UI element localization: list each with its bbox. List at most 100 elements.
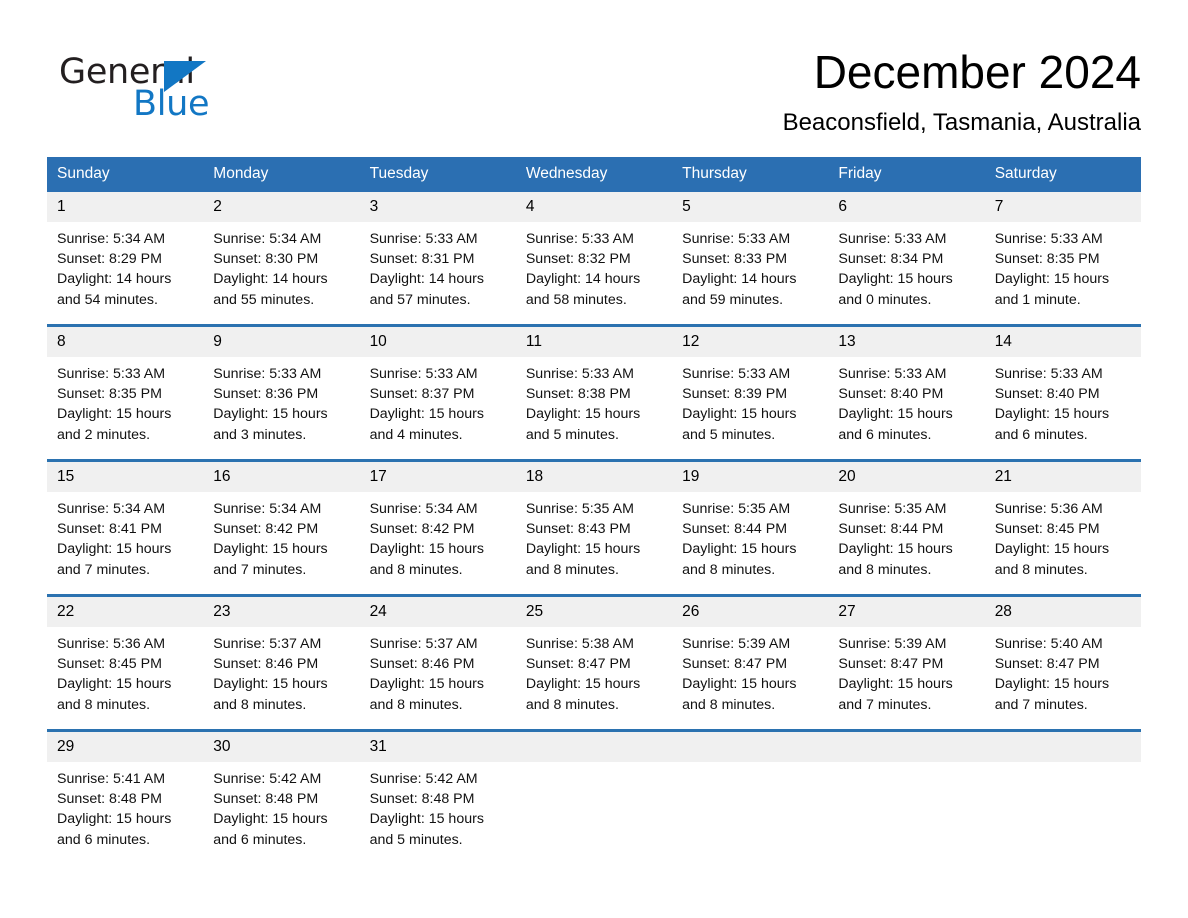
sunrise-text: Sunrise: 5:33 AM [213,366,322,382]
day-details: Sunrise: 5:33 AM Sunset: 8:32 PM Dayligh… [516,222,672,310]
day-cell[interactable]: 31 Sunrise: 5:42 AM Sunset: 8:48 PM Dayl… [359,729,516,864]
day-number: 13 [828,327,985,357]
day-cell[interactable]: 30 Sunrise: 5:42 AM Sunset: 8:48 PM Dayl… [203,729,360,864]
day-cell[interactable]: 18 Sunrise: 5:35 AM Sunset: 8:43 PM Dayl… [515,459,673,596]
day-cell[interactable]: 4 Sunrise: 5:33 AM Sunset: 8:32 PM Dayli… [515,192,673,326]
day-cell[interactable]: 14 Sunrise: 5:33 AM Sunset: 8:40 PM Dayl… [984,324,1141,461]
day-details: Sunrise: 5:37 AM Sunset: 8:46 PM Dayligh… [360,627,516,715]
sunrise-text: Sunrise: 5:35 AM [525,501,634,517]
calendar-page: General Blue December 2024 Beaconsfield,… [0,0,1188,918]
day-details: Sunrise: 5:36 AM Sunset: 8:45 PM Dayligh… [985,492,1141,580]
day-cell[interactable]: 24 Sunrise: 5:37 AM Sunset: 8:46 PM Dayl… [359,594,516,731]
day-cell[interactable]: 20 Sunrise: 5:35 AM Sunset: 8:44 PM Dayl… [828,459,985,596]
daylight-text-line2: and 57 minutes. [369,291,471,308]
day-cell[interactable]: 23 Sunrise: 5:37 AM Sunset: 8:46 PM Dayl… [203,594,360,731]
day-cell[interactable]: 27 Sunrise: 5:39 AM Sunset: 8:47 PM Dayl… [828,594,985,731]
day-cell[interactable]: 2 Sunrise: 5:34 AM Sunset: 8:30 PM Dayli… [203,192,360,326]
day-cell[interactable]: 25 Sunrise: 5:38 AM Sunset: 8:47 PM Dayl… [515,594,673,731]
daylight-text-line2: and 7 minutes. [994,696,1088,713]
sunrise-text: Sunrise: 5:34 AM [57,231,166,247]
daylight-text-line2: and 8 minutes. [57,696,151,713]
daylight-text-line1: Daylight: 15 hours [57,406,172,423]
sunrise-text: Sunrise: 5:35 AM [682,501,791,517]
daylight-text-line1: Daylight: 15 hours [369,406,484,423]
day-cell-empty [984,729,1141,864]
sunrise-text: Sunrise: 5:33 AM [369,231,478,247]
day-number: 12 [672,327,829,357]
day-details: Sunrise: 5:35 AM Sunset: 8:44 PM Dayligh… [828,492,984,580]
page-header: General Blue December 2024 Beaconsfield,… [47,44,1141,144]
day-cell[interactable]: 17 Sunrise: 5:34 AM Sunset: 8:42 PM Dayl… [359,459,516,596]
sunset-text: Sunset: 8:36 PM [213,386,319,403]
day-cell[interactable]: 12 Sunrise: 5:33 AM Sunset: 8:39 PM Dayl… [672,324,829,461]
week-row: 15 Sunrise: 5:34 AM Sunset: 8:41 PM Dayl… [47,459,1141,596]
day-cell[interactable]: 15 Sunrise: 5:34 AM Sunset: 8:41 PM Dayl… [47,459,204,596]
weekday-header-tuesday: Tuesday [359,157,516,192]
general-blue-logo[interactable]: General Blue [59,52,259,124]
day-number: 21 [984,462,1141,492]
daylight-text-line2: and 8 minutes. [525,696,619,713]
day-details: Sunrise: 5:42 AM Sunset: 8:48 PM Dayligh… [203,762,359,850]
day-number: 14 [984,327,1141,357]
sunrise-text: Sunrise: 5:41 AM [57,771,166,787]
day-cell[interactable]: 19 Sunrise: 5:35 AM Sunset: 8:44 PM Dayl… [672,459,829,596]
day-number: 17 [359,462,516,492]
sunset-text: Sunset: 8:46 PM [213,656,319,673]
logo-text-blue: Blue [133,84,210,124]
week-row: 22 Sunrise: 5:36 AM Sunset: 8:45 PM Dayl… [47,594,1141,731]
week-row: 8 Sunrise: 5:33 AM Sunset: 8:35 PM Dayli… [47,324,1141,461]
sunrise-text: Sunrise: 5:42 AM [213,771,322,787]
daylight-text-line1: Daylight: 15 hours [213,541,328,558]
day-cell[interactable]: 1 Sunrise: 5:34 AM Sunset: 8:29 PM Dayli… [47,192,204,326]
calendar-body: 1 Sunrise: 5:34 AM Sunset: 8:29 PM Dayli… [47,192,1141,864]
day-details: Sunrise: 5:33 AM Sunset: 8:35 PM Dayligh… [985,222,1141,310]
sunrise-text: Sunrise: 5:37 AM [369,636,478,652]
day-details: Sunrise: 5:35 AM Sunset: 8:43 PM Dayligh… [516,492,672,580]
daylight-text-line2: and 3 minutes. [213,426,307,443]
sunset-text: Sunset: 8:42 PM [213,521,319,538]
day-number: 29 [47,732,204,762]
daylight-text-line1: Daylight: 14 hours [369,271,484,288]
day-details [516,762,672,769]
sunrise-text: Sunrise: 5:33 AM [994,366,1103,382]
day-details: Sunrise: 5:33 AM Sunset: 8:37 PM Dayligh… [360,357,516,445]
daylight-text-line2: and 55 minutes. [213,291,315,308]
daylight-text-line1: Daylight: 15 hours [213,676,328,693]
day-details: Sunrise: 5:34 AM Sunset: 8:30 PM Dayligh… [203,222,359,310]
day-details: Sunrise: 5:33 AM Sunset: 8:31 PM Dayligh… [360,222,516,310]
day-number: 16 [203,462,360,492]
daylight-text-line1: Daylight: 15 hours [994,406,1110,423]
day-cell[interactable]: 9 Sunrise: 5:33 AM Sunset: 8:36 PM Dayli… [203,324,360,461]
day-cell[interactable]: 5 Sunrise: 5:33 AM Sunset: 8:33 PM Dayli… [672,192,829,326]
daylight-text-line1: Daylight: 15 hours [57,811,172,828]
day-details: Sunrise: 5:40 AM Sunset: 8:47 PM Dayligh… [985,627,1141,715]
sunset-text: Sunset: 8:45 PM [994,521,1100,538]
day-cell[interactable]: 3 Sunrise: 5:33 AM Sunset: 8:31 PM Dayli… [359,192,516,326]
sunset-text: Sunset: 8:38 PM [525,386,631,403]
day-details: Sunrise: 5:38 AM Sunset: 8:47 PM Dayligh… [516,627,672,715]
day-cell[interactable]: 6 Sunrise: 5:33 AM Sunset: 8:34 PM Dayli… [828,192,985,326]
day-cell[interactable]: 22 Sunrise: 5:36 AM Sunset: 8:45 PM Dayl… [47,594,204,731]
day-cell[interactable]: 10 Sunrise: 5:33 AM Sunset: 8:37 PM Dayl… [359,324,516,461]
location-subtitle: Beaconsfield, Tasmania, Australia [782,109,1141,136]
day-cell[interactable]: 29 Sunrise: 5:41 AM Sunset: 8:48 PM Dayl… [47,729,204,864]
day-cell[interactable]: 28 Sunrise: 5:40 AM Sunset: 8:47 PM Dayl… [984,594,1141,731]
day-cell[interactable]: 11 Sunrise: 5:33 AM Sunset: 8:38 PM Dayl… [515,324,673,461]
day-cell-empty [515,729,673,864]
daylight-text-line2: and 8 minutes. [369,696,463,713]
day-cell[interactable]: 26 Sunrise: 5:39 AM Sunset: 8:47 PM Dayl… [672,594,829,731]
sunrise-text: Sunrise: 5:37 AM [213,636,322,652]
day-details: Sunrise: 5:42 AM Sunset: 8:48 PM Dayligh… [360,762,516,850]
title-block: December 2024 Beaconsfield, Tasmania, Au… [421,44,1141,138]
day-cell[interactable]: 21 Sunrise: 5:36 AM Sunset: 8:45 PM Dayl… [984,459,1141,596]
day-details: Sunrise: 5:33 AM Sunset: 8:39 PM Dayligh… [672,357,828,445]
day-cell[interactable]: 8 Sunrise: 5:33 AM Sunset: 8:35 PM Dayli… [47,324,204,461]
day-number: 22 [47,597,204,627]
day-number: 28 [984,597,1141,627]
day-details: Sunrise: 5:33 AM Sunset: 8:34 PM Dayligh… [828,222,984,310]
day-cell[interactable]: 7 Sunrise: 5:33 AM Sunset: 8:35 PM Dayli… [984,192,1141,326]
sunset-text: Sunset: 8:37 PM [369,386,475,403]
day-cell[interactable]: 16 Sunrise: 5:34 AM Sunset: 8:42 PM Dayl… [203,459,360,596]
day-number [672,732,829,762]
day-cell[interactable]: 13 Sunrise: 5:33 AM Sunset: 8:40 PM Dayl… [828,324,985,461]
